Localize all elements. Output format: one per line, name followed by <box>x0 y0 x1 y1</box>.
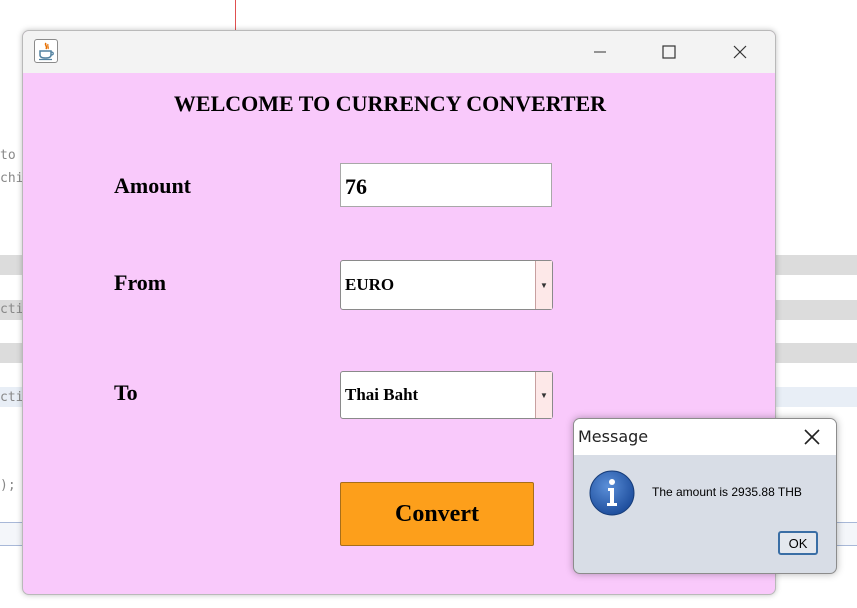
dialog-message: The amount is 2935.88 THB <box>652 485 802 499</box>
from-currency-value: EURO <box>345 275 395 294</box>
dialog-close-button[interactable] <box>798 423 826 451</box>
java-icon[interactable] <box>34 39 58 63</box>
from-label: From <box>114 270 167 295</box>
amount-input[interactable] <box>340 163 552 207</box>
dialog-title: Message <box>578 427 649 446</box>
editor-code-fragment: chi <box>0 171 24 186</box>
from-currency-select[interactable]: EURO ▼ <box>340 260 553 310</box>
window-titlebar[interactable] <box>23 31 775 73</box>
editor-margin-line <box>235 0 236 30</box>
to-currency-select[interactable]: Thai Baht ▼ <box>340 371 553 419</box>
amount-label: Amount <box>114 173 192 198</box>
editor-code-fragment: cti <box>0 302 24 317</box>
chevron-down-icon[interactable]: ▼ <box>535 372 552 418</box>
page-title: WELCOME TO CURRENCY CONVERTER <box>173 91 607 116</box>
close-button[interactable] <box>717 37 763 67</box>
to-label: To <box>114 380 138 405</box>
info-icon <box>589 470 635 516</box>
close-icon <box>733 45 747 59</box>
convert-button[interactable]: Convert <box>340 482 534 546</box>
maximize-icon <box>662 45 676 59</box>
chevron-down-icon[interactable]: ▼ <box>535 261 552 309</box>
editor-code-fragment: cti <box>0 390 24 405</box>
minimize-button[interactable] <box>577 37 623 67</box>
to-currency-value: Thai Baht <box>345 385 419 404</box>
dialog-titlebar[interactable]: Message <box>574 419 836 455</box>
close-icon <box>804 429 820 445</box>
maximize-button[interactable] <box>646 37 692 67</box>
message-dialog: Message The amount is 2935.88 THB OK <box>573 418 837 574</box>
editor-code-fragment: ); <box>0 478 16 493</box>
editor-code-fragment: to <box>0 148 16 163</box>
minimize-icon <box>594 51 606 53</box>
ok-button[interactable]: OK <box>778 531 818 555</box>
